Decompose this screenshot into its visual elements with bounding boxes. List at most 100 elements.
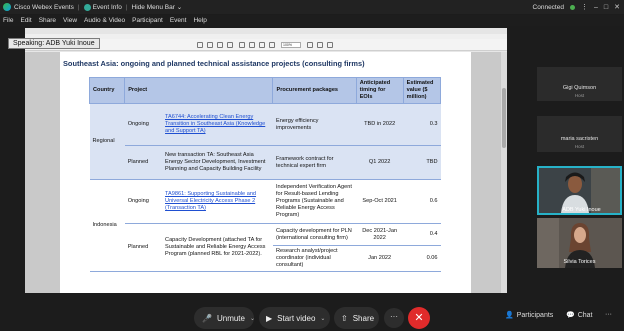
participants-button[interactable]: 👤 Participants: [505, 311, 553, 320]
participants-icon: 👤: [505, 312, 514, 319]
participant-role: Host: [574, 144, 585, 149]
value-cell: 0.3: [403, 103, 441, 146]
search-icon[interactable]: [207, 42, 213, 48]
chevron-down-icon[interactable]: ⌄: [250, 315, 255, 322]
status-cell: Planned: [124, 145, 163, 180]
timing-cell: TBD in 2022: [356, 103, 404, 146]
participant-name: ADB Yuki Inoue: [562, 207, 601, 213]
header-timing: Anticipated timing for EOIs: [355, 77, 404, 104]
maximize-button[interactable]: □: [604, 4, 608, 11]
package-cell: Independent Verification Agent for Resul…: [272, 179, 357, 224]
menu-audio-video[interactable]: Audio & Video: [84, 17, 125, 24]
package-cell: Framework contract for technical expert …: [272, 145, 357, 180]
fit-page-icon[interactable]: [307, 42, 313, 48]
hide-menu-bar-button[interactable]: Hide Menu Bar ⌄: [132, 3, 183, 11]
participant-name: maria sacristen: [560, 136, 599, 142]
info-icon: [83, 3, 91, 11]
participant-name: Gigi Quimson: [562, 85, 597, 91]
menu-participant[interactable]: Participant: [132, 17, 163, 24]
ta-projects-table: Country Project Procurement packages Ant…: [88, 77, 442, 272]
highlight-icon[interactable]: [327, 42, 333, 48]
more-options-button[interactable]: ···: [384, 308, 404, 328]
package-cell: Research analyst/project coordinator (in…: [272, 245, 357, 272]
unmute-button[interactable]: 🎤 Unmute ⌄: [194, 307, 255, 329]
status-cell: Ongoing: [124, 103, 163, 146]
menu-edit[interactable]: Edit: [20, 17, 31, 24]
value-cell: 0.06: [403, 245, 441, 272]
active-speaker-label: Speaking: ADB Yuki Inoue: [8, 38, 100, 49]
timing-cell: Q1 2022: [356, 145, 404, 180]
country-cell: Indonesia: [89, 179, 125, 272]
participant-name: Silvia Torices: [563, 259, 596, 265]
participant-role: Host: [574, 93, 585, 98]
close-window-button[interactable]: ✕: [614, 3, 620, 11]
chat-icon: 💬: [566, 312, 575, 319]
project-cell: New transaction TA: Southeast Asia Energ…: [162, 145, 273, 180]
webex-logo-icon: [3, 3, 11, 11]
zoom-field[interactable]: 100%: [281, 42, 301, 48]
document-gutter-right: [471, 52, 501, 293]
timing-cell: Dec 2021-Jan 2022: [356, 223, 404, 246]
more-panels-button[interactable]: ···: [605, 311, 612, 318]
share-icon: ⇧: [341, 313, 348, 323]
project-link[interactable]: TA9861: Supporting Sustainable and Unive…: [162, 179, 273, 224]
start-video-button[interactable]: ▶ Start video ⌄: [259, 307, 330, 329]
header-country: Country: [88, 77, 126, 104]
timing-cell: Jan 2022: [356, 245, 404, 272]
menu-bar: File Edit Share View Audio & Video Parti…: [0, 15, 624, 26]
connected-indicator-icon: [569, 4, 575, 10]
header-value: Estimated value ($ million): [402, 77, 442, 104]
package-cell: Capacity development for PLN (internatio…: [272, 223, 357, 246]
document-scroll-thumb[interactable]: [502, 88, 506, 148]
event-info-button[interactable]: Event Info: [93, 4, 122, 11]
value-cell: TBD: [403, 145, 441, 180]
connection-status: Connected: [532, 3, 564, 11]
zoom-in-icon[interactable]: [269, 42, 275, 48]
participant-tile[interactable]: Gigi Quimson Host: [537, 67, 622, 101]
timing-cell: Sep-Oct 2021: [356, 179, 404, 224]
comment-icon[interactable]: [317, 42, 323, 48]
participant-tile-video[interactable]: ADB Yuki Inoue: [537, 166, 622, 215]
status-cell: Planned: [124, 223, 163, 272]
minimize-button[interactable]: –: [594, 4, 598, 11]
menu-event[interactable]: Event: [170, 17, 187, 24]
select-icon[interactable]: [239, 42, 245, 48]
leave-meeting-button[interactable]: ✕: [408, 307, 430, 329]
title-bar: Cisco Webex Events | Event Info | Hide M…: [0, 0, 624, 14]
table-row: Planned New transaction TA: Southeast As…: [90, 145, 441, 180]
menu-share[interactable]: Share: [39, 17, 56, 24]
participant-tile-video[interactable]: Silvia Torices: [537, 218, 622, 268]
hand-icon[interactable]: [249, 42, 255, 48]
chevron-down-icon[interactable]: ⌄: [320, 315, 325, 322]
menu-help[interactable]: Help: [193, 17, 206, 24]
country-cell: Regional: [89, 103, 125, 180]
menu-file[interactable]: File: [3, 17, 13, 24]
video-camera-icon: ▶: [266, 313, 273, 323]
status-cell: Ongoing: [124, 179, 163, 224]
header-packages: Procurement packages: [272, 77, 357, 104]
microphone-muted-icon: 🎤: [202, 313, 212, 323]
table-row: Indonesia Ongoing TA9861: Supporting Sus…: [89, 179, 441, 272]
app-name: Cisco Webex Events: [14, 3, 74, 11]
table-row: Regional Ongoing TA6744: Accelerating Cl…: [89, 103, 441, 180]
share-button[interactable]: ⇧ Share: [334, 307, 379, 329]
connection-more-icon[interactable]: ⋮: [581, 3, 588, 11]
table-row: Planned Capacity Development (attached T…: [90, 223, 441, 272]
print-icon[interactable]: [197, 42, 203, 48]
header-project: Project: [124, 77, 274, 104]
page-up-icon[interactable]: [217, 42, 223, 48]
chat-button[interactable]: 💬 Chat: [566, 311, 593, 320]
page-down-icon[interactable]: [227, 42, 233, 48]
package-cell: Energy efficiency improvements: [272, 103, 357, 146]
document-gutter-left: [25, 52, 60, 293]
project-cell: Capacity Development (attached TA for Su…: [162, 223, 273, 272]
slide-title: Southeast Asia: ongoing and planned tech…: [63, 59, 365, 68]
project-link[interactable]: TA6744: Accelerating Clean Energy Transi…: [162, 103, 273, 146]
menu-view[interactable]: View: [63, 17, 77, 24]
value-cell: 0.4: [403, 223, 441, 246]
participant-tile[interactable]: maria sacristen Host: [537, 116, 622, 152]
document-page: Southeast Asia: ongoing and planned tech…: [60, 52, 471, 293]
shared-content-window: 100% Southeast Asia: ongoing and planned…: [25, 28, 507, 293]
zoom-out-icon[interactable]: [259, 42, 265, 48]
value-cell: 0.6: [403, 179, 441, 224]
